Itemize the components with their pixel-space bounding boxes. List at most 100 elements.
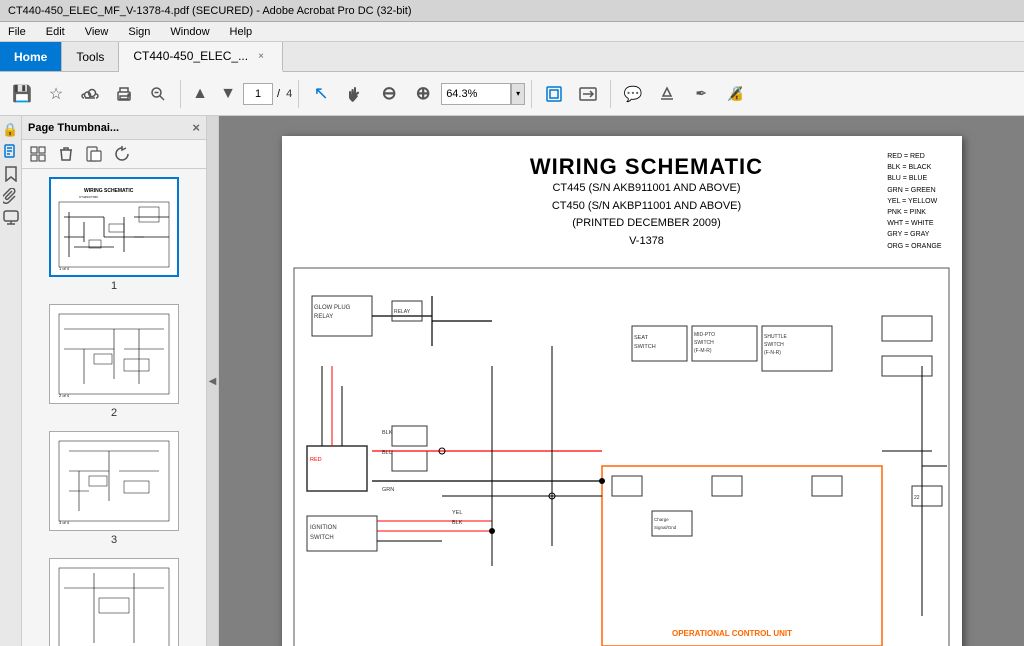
select-tool-button[interactable]: ↖ <box>305 78 337 110</box>
thumb-extract-button[interactable] <box>82 143 106 165</box>
sidebar-icon-tags[interactable] <box>1 208 21 228</box>
thumbnail-image-1: WIRING SCHEMATIC CT445/CT450 <box>49 177 179 277</box>
tab-bar: Home Tools CT440-450_ELEC_... × <box>0 42 1024 72</box>
thumbnail-panel: Page Thumbnai... × <box>22 116 207 646</box>
sidebar-icon-pages[interactable] <box>1 142 21 162</box>
title-text: CT440-450_ELEC_MF_V-1378-4.pdf (SECURED)… <box>8 5 412 17</box>
page-number-input[interactable] <box>243 83 273 105</box>
svg-text:Charge: Charge <box>654 517 669 522</box>
schematic-diagram: GLOW PLUG RELAY RELAY IGNITION SWITCH <box>292 266 962 646</box>
svg-text:1 of 4: 1 of 4 <box>59 266 70 271</box>
separator-4 <box>610 80 611 108</box>
thumbnail-list: WIRING SCHEMATIC CT445/CT450 <box>22 169 206 646</box>
page-total: 4 <box>286 88 292 100</box>
pdf-content-area[interactable]: WIRING SCHEMATIC CT445 (S/N AKB911001 AN… <box>219 116 1024 646</box>
thumbnail-label-3: 3 <box>111 534 117 546</box>
cloud-button[interactable] <box>74 78 106 110</box>
panel-collapse-handle[interactable]: ◀ <box>207 116 219 646</box>
schematic-subtitle-1: CT445 (S/N AKB911001 AND ABOVE) <box>332 180 962 198</box>
menu-sign[interactable]: Sign <box>124 26 154 38</box>
print-button[interactable] <box>108 78 140 110</box>
menu-file[interactable]: File <box>4 26 30 38</box>
menu-edit[interactable]: Edit <box>42 26 69 38</box>
sidebar-icons: 🔒 <box>0 116 22 646</box>
menu-view[interactable]: View <box>81 26 113 38</box>
svg-text:22: 22 <box>914 495 920 501</box>
search-zoom-button[interactable] <box>142 78 174 110</box>
svg-text:GRN: GRN <box>382 487 394 493</box>
sidebar-icon-bookmark[interactable] <box>1 164 21 184</box>
thumb-rotate-button[interactable] <box>110 143 134 165</box>
thumbnail-panel-header: Page Thumbnai... × <box>22 116 206 140</box>
tab-home[interactable]: Home <box>0 42 62 71</box>
thumbnail-panel-close[interactable]: × <box>192 120 200 135</box>
schematic-subtitle-4: V-1378 <box>332 233 962 251</box>
tab-tools[interactable]: Tools <box>62 42 119 71</box>
page-separator: / <box>277 88 280 100</box>
thumbnail-page-1[interactable]: WIRING SCHEMATIC CT445/CT450 <box>39 177 189 292</box>
svg-text:3 of 4: 3 of 4 <box>59 520 70 525</box>
svg-text:SWITCH: SWITCH <box>310 535 334 541</box>
svg-text:RELAY: RELAY <box>394 309 411 315</box>
tab-document[interactable]: CT440-450_ELEC_... × <box>119 42 283 72</box>
thumbnail-image-4 <box>49 558 179 646</box>
next-page-button[interactable]: ▼ <box>215 81 241 107</box>
svg-text:BLK: BLK <box>382 430 393 436</box>
menu-help[interactable]: Help <box>226 26 257 38</box>
zoom-in-button[interactable]: ⊕ <box>407 78 439 110</box>
svg-text:BLU: BLU <box>382 450 393 456</box>
svg-text:SWITCH: SWITCH <box>764 342 784 348</box>
thumbnail-image-3: 3 of 4 <box>49 431 179 531</box>
menu-bar: File Edit View Sign Window Help <box>0 22 1024 42</box>
thumbnail-page-2[interactable]: 2 of 4 2 <box>39 304 189 419</box>
svg-text:SHUTTLE: SHUTTLE <box>764 334 787 340</box>
legend-text: RED = RED BLK = BLACK BLU = BLUE GRN = G… <box>887 151 941 252</box>
zoom-input[interactable] <box>441 83 511 105</box>
svg-text:SEAT: SEAT <box>634 335 649 341</box>
svg-text:SWITCH: SWITCH <box>694 340 714 346</box>
zoom-dropdown-button[interactable]: ▾ <box>511 83 525 105</box>
thumb-layout-button[interactable] <box>26 143 50 165</box>
svg-text:2 of 4: 2 of 4 <box>59 393 70 398</box>
svg-text:MID-PTO: MID-PTO <box>694 332 715 338</box>
bookmark-button[interactable]: ☆ <box>40 78 72 110</box>
title-bar: CT440-450_ELEC_MF_V-1378-4.pdf (SECURED)… <box>0 0 1024 22</box>
svg-text:(F-N-R): (F-N-R) <box>764 350 781 356</box>
hand-tool-button[interactable] <box>339 78 371 110</box>
draw-button[interactable]: ✒ <box>685 78 717 110</box>
thumbnail-toolbar <box>22 140 206 169</box>
highlight-button[interactable] <box>651 78 683 110</box>
svg-text:BLK: BLK <box>452 520 463 526</box>
prev-page-button[interactable]: ▲ <box>187 81 213 107</box>
thumbnail-page-3[interactable]: 3 of 4 3 <box>39 431 189 546</box>
schematic-subtitle-2: CT450 (S/N AKBP11001 AND ABOVE) <box>332 198 962 216</box>
fit-width-button[interactable] <box>572 78 604 110</box>
schematic-main-title: WIRING SCHEMATIC <box>332 154 962 180</box>
svg-text:CT445/CT450: CT445/CT450 <box>79 195 98 199</box>
svg-text:RED: RED <box>310 457 322 463</box>
zoom-out-button[interactable]: ⊖ <box>373 78 405 110</box>
svg-text:Signal/Gnd: Signal/Gnd <box>654 525 677 530</box>
svg-text:OPERATIONAL CONTROL UNIT: OPERATIONAL CONTROL UNIT <box>672 629 792 638</box>
separator-2 <box>298 80 299 108</box>
tab-close-button[interactable]: × <box>254 49 268 64</box>
zoom-control: ▾ <box>441 83 525 105</box>
thumbnail-panel-title: Page Thumbnai... <box>28 122 119 134</box>
main-layout: 🔒 Page Thumbnai... × <box>0 116 1024 646</box>
toolbar: 💾 ☆ ▲ ▼ / 4 ↖ ⊖ ⊕ ▾ 💬 ✒ 🔏 <box>0 72 1024 116</box>
sidebar-icon-lock[interactable]: 🔒 <box>1 120 21 140</box>
thumb-delete-button[interactable] <box>54 143 78 165</box>
menu-window[interactable]: Window <box>166 26 213 38</box>
page-navigation: ▲ ▼ / 4 <box>187 81 292 107</box>
sidebar-icon-attachments[interactable] <box>1 186 21 206</box>
thumbnail-page-4[interactable]: 4 <box>39 558 189 646</box>
thumbnail-image-2: 2 of 4 <box>49 304 179 404</box>
save-button[interactable]: 💾 <box>6 78 38 110</box>
svg-text:RELAY: RELAY <box>314 314 333 320</box>
comment-button[interactable]: 💬 <box>617 78 649 110</box>
pdf-page: WIRING SCHEMATIC CT445 (S/N AKB911001 AN… <box>282 136 962 646</box>
svg-text:GLOW PLUG: GLOW PLUG <box>314 305 351 311</box>
svg-text:WIRING SCHEMATIC: WIRING SCHEMATIC <box>84 188 134 194</box>
fit-page-button[interactable] <box>538 78 570 110</box>
stamp-button[interactable]: 🔏 <box>719 78 751 110</box>
